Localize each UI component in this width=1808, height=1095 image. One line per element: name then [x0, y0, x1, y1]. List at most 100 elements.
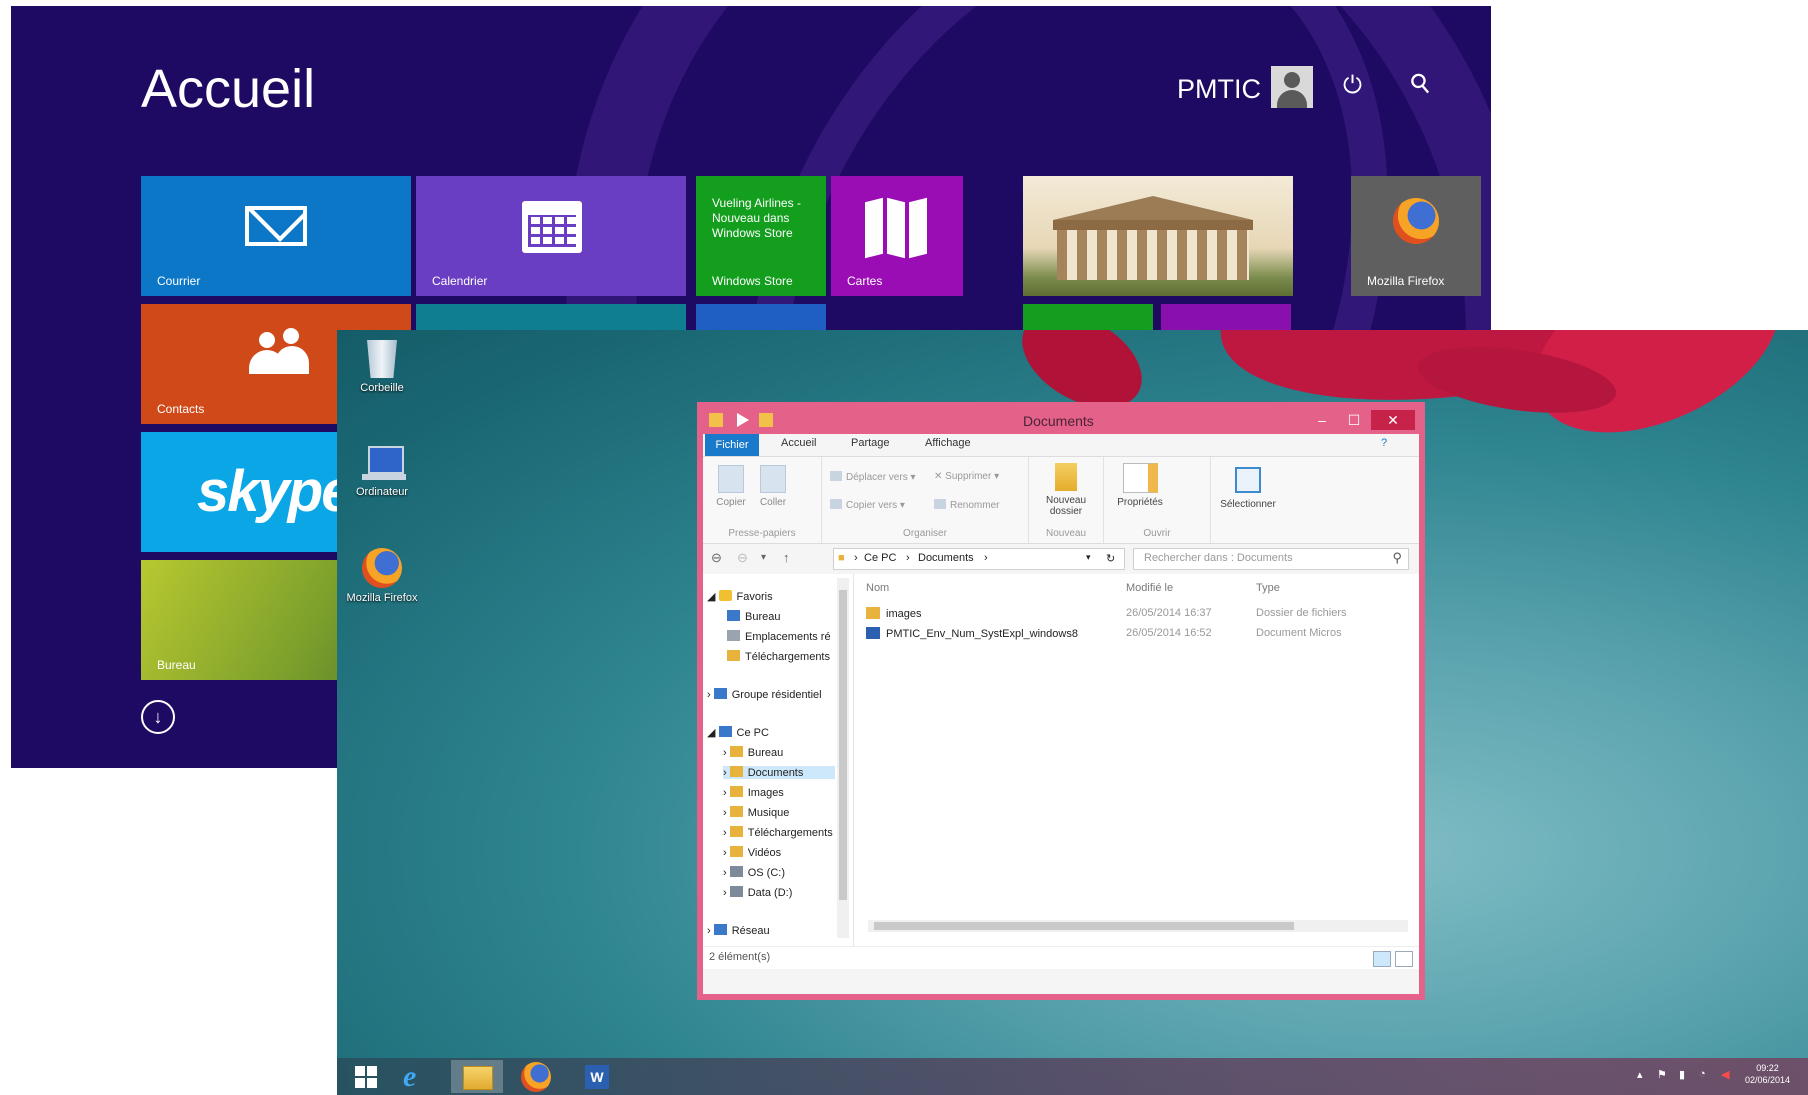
nav-item-recent[interactable]: Emplacements ré: [727, 630, 831, 643]
copy-icon: [718, 465, 744, 493]
title-bar[interactable]: Documents – ☐ ✕: [703, 408, 1419, 434]
nav-item-documents[interactable]: › Documents: [723, 766, 835, 779]
desktop-icon-computer[interactable]: Ordinateur: [337, 446, 427, 498]
store-news-text: Vueling Airlines - Nouveau dans Windows …: [712, 196, 801, 240]
battery-icon[interactable]: ▮: [1679, 1068, 1685, 1081]
maps-icon: [865, 197, 931, 259]
user-avatar-icon[interactable]: [1271, 66, 1313, 108]
file-type: Dossier de fichiers: [1256, 607, 1347, 619]
internet-explorer-icon: e: [403, 1060, 417, 1093]
all-apps-arrow-icon[interactable]: ↓: [141, 700, 175, 734]
copy-button[interactable]: Copier: [711, 465, 751, 508]
nav-item-music[interactable]: › Musique: [723, 806, 789, 819]
column-header-type[interactable]: Type: [1256, 582, 1280, 594]
horizontal-scrollbar[interactable]: [868, 920, 1408, 932]
maximize-button[interactable]: ☐: [1339, 410, 1369, 430]
recent-dropdown-icon[interactable]: ▾: [761, 552, 766, 563]
network-icon: [713, 924, 727, 935]
drive-icon: [729, 866, 743, 877]
search-box[interactable]: Rechercher dans : Documents ⚲: [1133, 548, 1409, 570]
desktop-icon-firefox[interactable]: Mozilla Firefox: [337, 548, 427, 604]
properties-quick-icon[interactable]: [737, 413, 749, 427]
taskbar-word[interactable]: W: [571, 1060, 623, 1093]
system-clock[interactable]: 09:22 02/06/2014: [1745, 1062, 1790, 1086]
new-folder-icon: [1055, 463, 1077, 491]
tile-label: Cartes: [847, 274, 883, 288]
nav-item-favorites[interactable]: ◢ Favoris: [707, 590, 773, 603]
breadcrumb-this-pc[interactable]: Ce PC: [864, 552, 896, 564]
tab-home[interactable]: Accueil: [781, 437, 816, 449]
rename-button[interactable]: Renommer: [934, 499, 999, 511]
tile-maps[interactable]: Cartes: [831, 176, 963, 296]
desktop-icon-recycle-bin[interactable]: Corbeille: [337, 340, 427, 394]
start-title: Accueil: [141, 59, 316, 119]
tile-firefox[interactable]: Mozilla Firefox: [1351, 176, 1481, 296]
nav-item-downloads[interactable]: Téléchargements: [727, 650, 830, 663]
nav-item-data-drive[interactable]: › Data (D:): [723, 886, 792, 899]
refresh-icon[interactable]: ↻: [1106, 552, 1115, 565]
minimize-button[interactable]: –: [1307, 410, 1337, 430]
column-header-name[interactable]: Nom: [866, 582, 889, 594]
show-hidden-icons-icon[interactable]: ▴: [1637, 1068, 1643, 1081]
nav-scrollbar[interactable]: [837, 578, 849, 938]
tab-share[interactable]: Partage: [851, 437, 890, 449]
delete-button[interactable]: ✕ Supprimer ▾: [934, 471, 999, 482]
tile-calendar[interactable]: Calendrier: [416, 176, 686, 296]
windows-start-icon[interactable]: [355, 1066, 377, 1088]
nav-item-this-pc[interactable]: ◢ Ce PC: [707, 726, 769, 739]
file-row[interactable]: images 26/05/2014 16:37 Dossier de fichi…: [854, 604, 1419, 624]
nav-item-images[interactable]: › Images: [723, 786, 784, 799]
network-icon[interactable]: ◔: [1699, 1068, 1706, 1080]
nav-item-pc-downloads[interactable]: › Téléchargements: [723, 826, 833, 839]
breadcrumb-documents[interactable]: Documents: [918, 552, 974, 564]
new-folder-button[interactable]: Nouveau dossier: [1035, 463, 1097, 517]
group-select: Sélectionner: [1211, 457, 1285, 543]
select-button[interactable]: Sélectionner: [1215, 467, 1281, 510]
status-bar: 2 élément(s): [703, 946, 1419, 969]
tile-store[interactable]: Vueling Airlines - Nouveau dans Windows …: [696, 176, 826, 296]
tile-photo[interactable]: [1023, 176, 1293, 296]
taskbar-file-explorer[interactable]: [451, 1060, 503, 1093]
nav-label: Musique: [747, 807, 790, 819]
tab-file[interactable]: Fichier: [705, 434, 759, 456]
column-header-modified[interactable]: Modifié le: [1126, 582, 1173, 594]
power-icon[interactable]: ⏻: [1343, 72, 1362, 100]
copy-to-label: Copier vers: [846, 500, 898, 511]
address-dropdown-icon[interactable]: ▾: [1086, 552, 1091, 563]
details-view-icon[interactable]: [1373, 951, 1391, 967]
new-folder-quick-icon[interactable]: [759, 413, 773, 427]
up-arrow-icon[interactable]: ↑: [783, 550, 790, 565]
action-center-flag-icon[interactable]: ⚑: [1657, 1068, 1667, 1081]
large-icons-view-icon[interactable]: [1395, 951, 1413, 967]
nav-item-network[interactable]: › Réseau: [707, 924, 770, 937]
nav-item-videos[interactable]: › Vidéos: [723, 846, 781, 859]
taskbar-firefox[interactable]: [511, 1060, 563, 1093]
paste-button[interactable]: Coller: [753, 465, 793, 508]
properties-button[interactable]: Propriétés: [1110, 463, 1170, 508]
folder-icon: [729, 786, 743, 797]
forward-arrow-icon[interactable]: ⊖: [737, 550, 748, 566]
taskbar-internet-explorer[interactable]: e: [391, 1060, 443, 1093]
folder-icon: [729, 766, 743, 777]
nav-item-desktop[interactable]: Bureau: [727, 610, 780, 623]
nav-label: Images: [747, 787, 784, 799]
back-arrow-icon[interactable]: ⊖: [711, 550, 722, 566]
copy-to-button[interactable]: Copier vers ▾: [830, 499, 905, 511]
nav-item-homegroup[interactable]: › Groupe résidentiel: [707, 688, 822, 701]
nav-item-pc-desktop[interactable]: › Bureau: [723, 746, 783, 759]
move-to-button[interactable]: Déplacer vers ▾: [830, 471, 916, 483]
firefox-icon: [1393, 198, 1439, 244]
drive-icon: [729, 886, 743, 897]
tab-view[interactable]: Affichage: [925, 437, 971, 449]
tile-mail[interactable]: Courrier: [141, 176, 411, 296]
address-field[interactable]: ■ › Ce PC › Documents › ▾ ↻: [833, 548, 1125, 570]
desktop-icon-label: Corbeille: [360, 382, 404, 394]
copy-to-icon: [830, 499, 842, 509]
help-icon[interactable]: ?: [1381, 437, 1387, 449]
file-row[interactable]: PMTIC_Env_Num_SystExpl_windows8 26/05/20…: [854, 624, 1419, 644]
tile-label: Contacts: [157, 402, 205, 416]
volume-icon[interactable]: ◀: [1721, 1068, 1729, 1081]
close-button[interactable]: ✕: [1371, 410, 1415, 430]
user-name[interactable]: PMTIC: [1177, 74, 1261, 105]
nav-item-os-drive[interactable]: › OS (C:): [723, 866, 785, 879]
